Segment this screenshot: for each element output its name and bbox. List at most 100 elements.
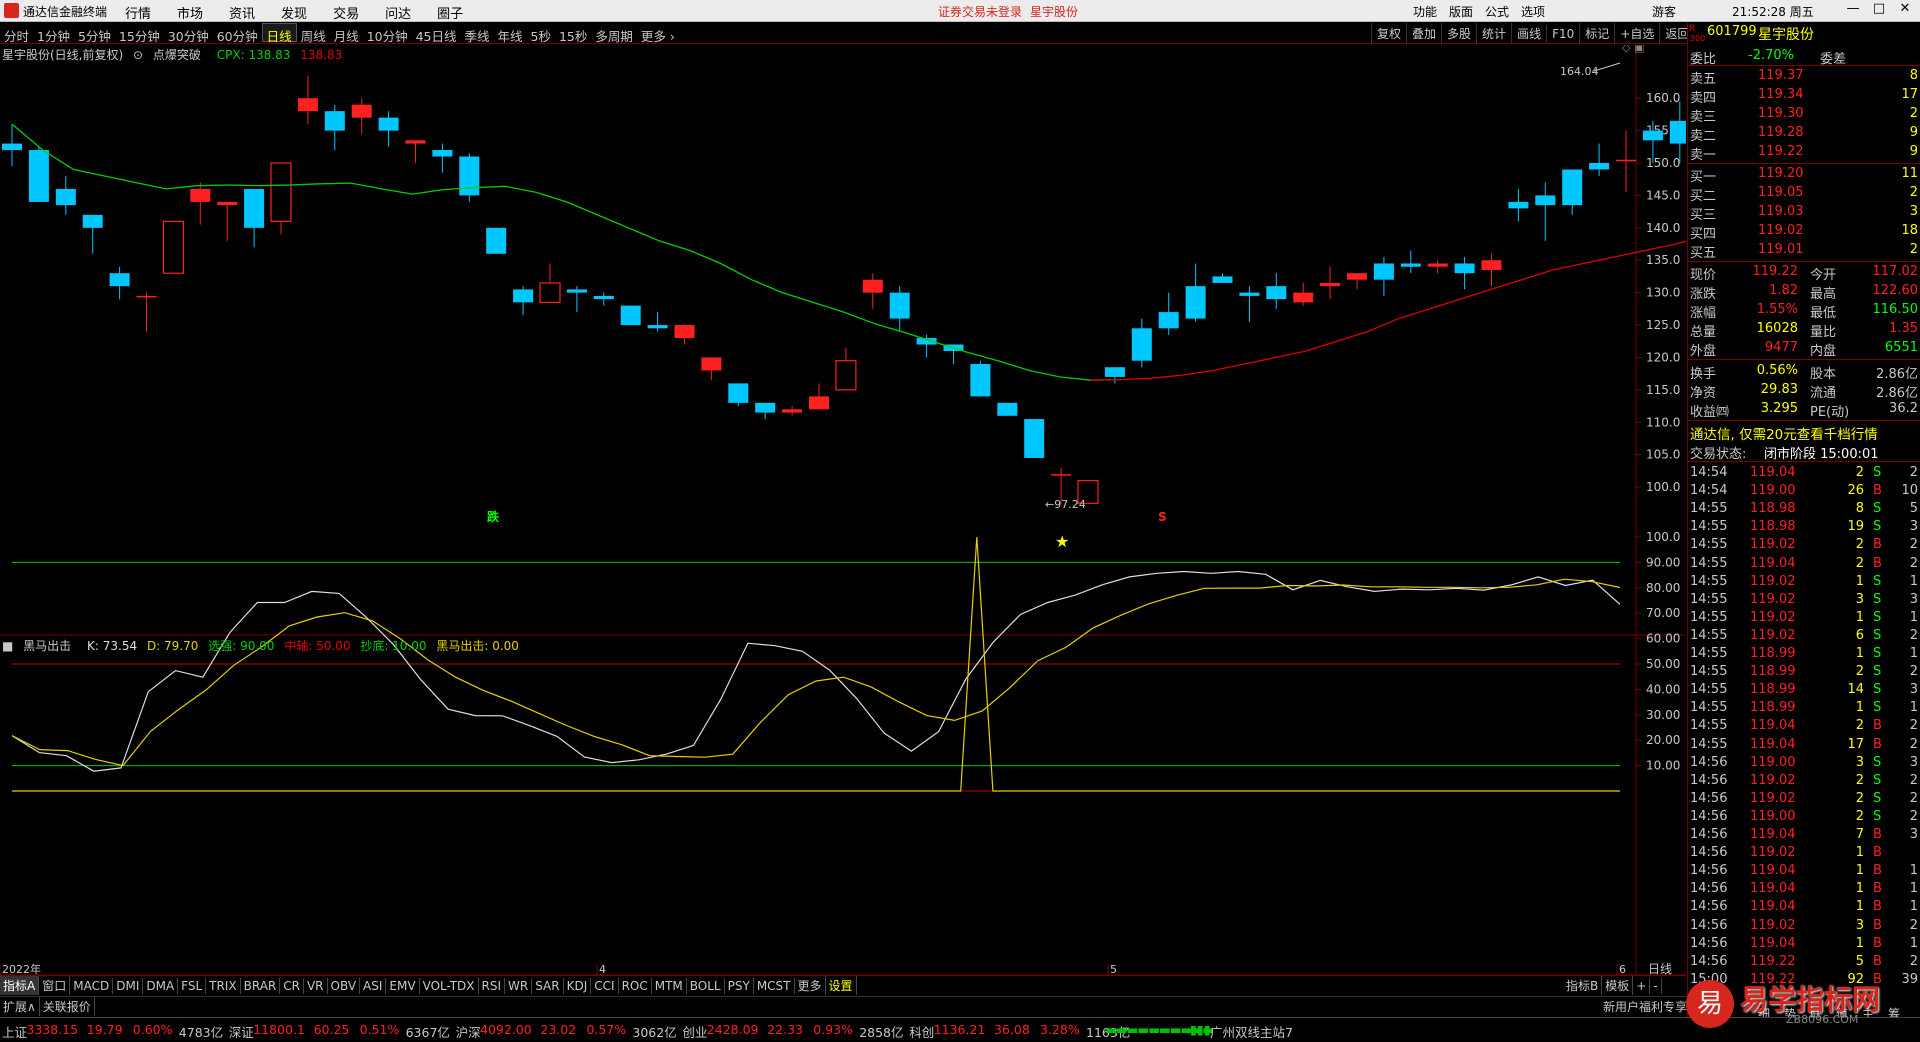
candle[interactable] [1373, 256, 1394, 296]
index-chg[interactable]: 23.02 [540, 1022, 576, 1037]
candle[interactable] [970, 360, 991, 397]
candle[interactable] [782, 406, 803, 416]
candle[interactable] [674, 325, 695, 345]
index-amt[interactable]: 4783亿 [179, 1022, 223, 1041]
right-menu-item-0[interactable]: 功能 [1413, 3, 1437, 20]
candle[interactable] [486, 227, 507, 254]
toolbar-button-2[interactable]: 多股 [1441, 23, 1476, 44]
candle[interactable] [1508, 188, 1529, 222]
indicator-tab-8[interactable]: CR [280, 978, 304, 994]
candle[interactable] [405, 140, 426, 164]
index-amt[interactable]: 6367亿 [406, 1022, 450, 1041]
right-menu-item-3[interactable]: 选项 [1521, 3, 1545, 20]
index-pct[interactable]: 0.57% [586, 1022, 626, 1037]
period-tab-2[interactable]: 5分钟 [74, 24, 115, 44]
index-val[interactable]: 11800.1 [253, 1022, 305, 1037]
candle[interactable] [1131, 318, 1152, 368]
candle[interactable] [109, 266, 130, 300]
menu-item-6[interactable]: 圈子 [437, 3, 463, 22]
indicator-tab-0[interactable]: 指标A [0, 976, 40, 995]
candle[interactable] [1427, 260, 1448, 274]
candle[interactable] [1158, 292, 1179, 335]
candle[interactable] [432, 143, 453, 173]
candle[interactable] [1212, 273, 1233, 283]
period-tab-11[interactable]: 季线 [461, 24, 494, 44]
period-tab-8[interactable]: 月线 [330, 24, 363, 44]
index-chg[interactable]: 19.79 [87, 1022, 123, 1037]
indicator-tab-10[interactable]: OBV [328, 978, 361, 994]
index-val[interactable]: 3338.15 [26, 1022, 78, 1037]
period-tab-15[interactable]: 多周期 [591, 24, 637, 44]
server-name[interactable]: 广州双线主站7 [1210, 1022, 1293, 1041]
menu-item-1[interactable]: 市场 [177, 3, 203, 22]
indicator-tab-23[interactable]: MCST [754, 978, 795, 994]
chart-area[interactable]: 160.0 155.0 150.0 145.0 140.0 135.0 130.0 125.0… [0, 45, 1686, 975]
period-tab-14[interactable]: 15秒 [555, 24, 591, 44]
indicator-tab-4[interactable]: DMA [143, 978, 179, 994]
candle[interactable] [997, 402, 1018, 416]
candle[interactable] [1589, 143, 1610, 176]
candle[interactable] [136, 292, 157, 332]
candle[interactable] [190, 182, 211, 225]
candle[interactable] [862, 273, 883, 309]
indicator-tab-20[interactable]: MTM [652, 978, 687, 994]
candle[interactable] [647, 312, 668, 332]
candle[interactable] [378, 111, 399, 147]
candle[interactable] [217, 201, 238, 241]
indicator-tab-3[interactable]: DMI [113, 978, 144, 994]
candle[interactable] [1239, 286, 1260, 322]
candle[interactable] [1562, 169, 1583, 215]
toolbar-button-0[interactable]: 复权 [1371, 23, 1406, 44]
indicator-tab-19[interactable]: ROC [619, 978, 652, 994]
chart-options-icon[interactable]: ◇ ▣ [1622, 45, 1644, 54]
indicator-tab-22[interactable]: PSY [725, 978, 754, 994]
candle[interactable] [1400, 250, 1421, 274]
candle[interactable] [1669, 101, 1686, 164]
candle[interactable] [1616, 130, 1636, 193]
indicator-tab-12[interactable]: EMV [386, 978, 420, 994]
candle[interactable] [324, 104, 345, 151]
period-tab-16[interactable]: 更多 › [637, 24, 679, 44]
period-tab-0[interactable]: 分时 [0, 24, 33, 44]
indicator-tab-18[interactable]: CCI [591, 978, 619, 994]
index-amt[interactable]: 3062亿 [632, 1022, 676, 1041]
indicator-tab-15[interactable]: WR [505, 978, 533, 994]
period-tab-12[interactable]: 年线 [494, 24, 527, 44]
right-tab-0[interactable]: 指标B [1563, 976, 1603, 995]
candle[interactable] [28, 146, 49, 202]
maximize-icon[interactable]: □ [1866, 1, 1892, 20]
candle[interactable] [162, 220, 184, 274]
candle[interactable] [1320, 266, 1341, 300]
period-tab-1[interactable]: 1分钟 [33, 24, 74, 44]
period-tab-9[interactable]: 10分钟 [363, 24, 412, 44]
index-pct[interactable]: 0.51% [360, 1022, 400, 1037]
index-val[interactable]: 2428.09 [707, 1022, 759, 1037]
index-chg[interactable]: 60.25 [314, 1022, 350, 1037]
candle[interactable] [270, 162, 292, 235]
toolbar-button-7[interactable]: +自选 [1614, 23, 1659, 44]
indicator-tab-13[interactable]: VOL-TDX [420, 978, 479, 994]
candle[interactable] [566, 286, 587, 313]
right-menu-item-2[interactable]: 公式 [1485, 3, 1509, 20]
index-val[interactable]: 4092.00 [480, 1022, 532, 1037]
period-tab-13[interactable]: 5秒 [527, 24, 555, 44]
guest-label[interactable]: 游客 [1652, 3, 1676, 20]
expand-tab-1[interactable]: 关联报价 [40, 997, 95, 1016]
period-tab-4[interactable]: 30分钟 [164, 24, 213, 44]
period-tab-3[interactable]: 15分钟 [115, 24, 164, 44]
right-tab-1[interactable]: 模板 [1602, 976, 1634, 995]
ad-row[interactable]: 通达信, 仅需20元查看千档行情 [1688, 422, 1920, 443]
candle[interactable] [1535, 182, 1556, 241]
period-tab-7[interactable]: 周线 [297, 24, 330, 44]
indicator-tab-11[interactable]: ASI [360, 978, 387, 994]
indicator-tab-25[interactable]: 设置 [826, 976, 857, 995]
indicator-tab-7[interactable]: BRAR [241, 978, 281, 994]
candle[interactable] [916, 334, 937, 358]
menu-item-2[interactable]: 资讯 [229, 3, 255, 22]
indicator-tab-9[interactable]: VR [304, 978, 328, 994]
right-tab-2[interactable]: + [1633, 978, 1651, 994]
index-chg[interactable]: 22.33 [767, 1022, 803, 1037]
candle[interactable] [835, 347, 857, 391]
index-pct[interactable]: 0.93% [813, 1022, 853, 1037]
period-tab-10[interactable]: 45日线 [412, 24, 461, 44]
